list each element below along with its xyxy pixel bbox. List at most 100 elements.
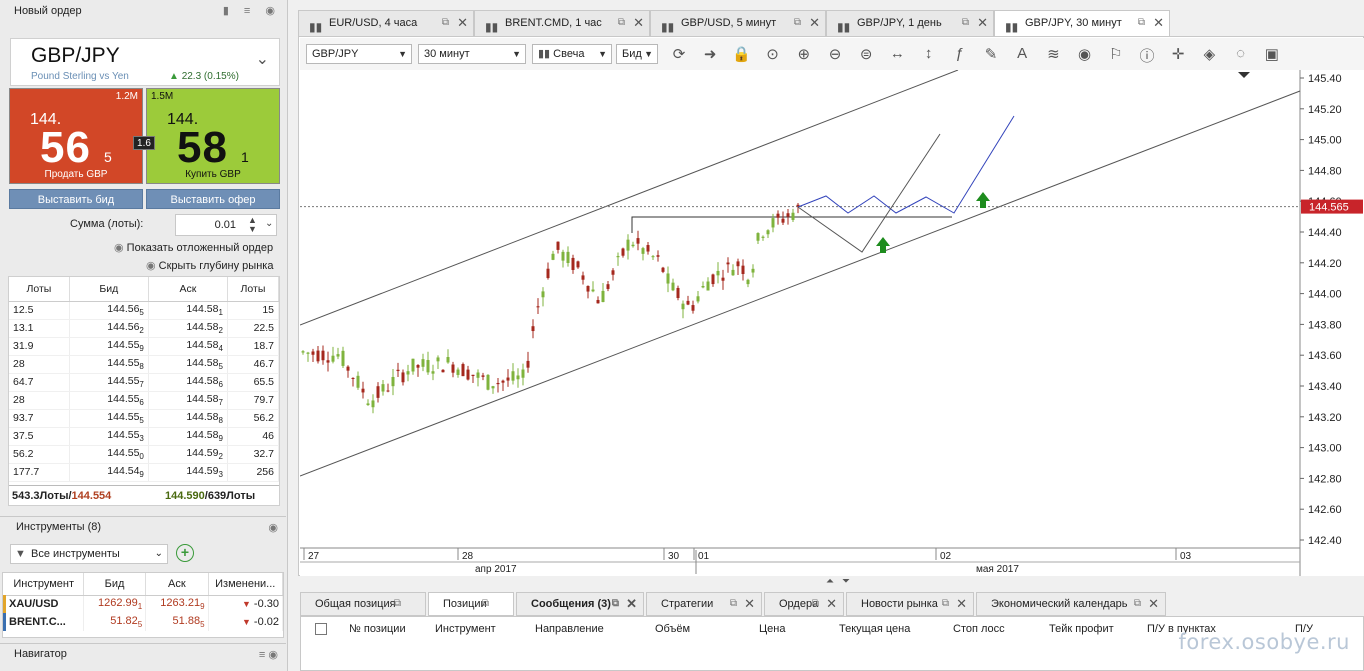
popout-icon[interactable]: ⧉: [962, 11, 969, 35]
navigator-icons[interactable]: ≡ ◉: [259, 648, 278, 661]
popout-icon[interactable]: ⧉: [942, 593, 949, 615]
bottom-tab[interactable]: Сообщения (3) ⧉ ✕: [516, 592, 644, 616]
zoom-out-icon[interactable]: ⊖: [824, 45, 846, 65]
chart-tab[interactable]: ▮▮ EUR/USD, 4 часа ⧉ ✕: [298, 10, 474, 36]
close-icon[interactable]: ✕: [1148, 593, 1159, 615]
price-label: 145.40: [1308, 73, 1342, 85]
zoom-in-icon[interactable]: ⊕: [793, 45, 815, 65]
depth-row[interactable]: 177.7 144.549 144.593 256: [9, 463, 280, 482]
price-side-select[interactable]: Бид ▼: [616, 44, 658, 64]
popout-icon[interactable]: ⧉: [1138, 11, 1145, 35]
candlestick-chart[interactable]: 145.40145.20145.00144.80144.60144.40144.…: [300, 70, 1364, 576]
chart-tab[interactable]: ▮▮ GBP/JPY, 30 минут ⧉ ✕: [994, 10, 1170, 37]
candle-body: [456, 369, 460, 375]
pencil-icon[interactable]: ✎: [980, 45, 1002, 65]
chart-tab[interactable]: ▮▮ GBP/USD, 5 минут ⧉ ✕: [650, 10, 826, 36]
vertical-resize-icon[interactable]: ↕: [918, 45, 940, 65]
chart-type-select[interactable]: ▮▮ Свеча ▼: [532, 44, 612, 64]
lock-icon[interactable]: 🔒: [730, 45, 752, 65]
amount-stepper[interactable]: ▲ ▼: [248, 216, 257, 234]
zoom-reset-icon[interactable]: ⊜: [855, 45, 877, 65]
close-icon[interactable]: ✕: [1153, 11, 1164, 35]
eye-icon[interactable]: ◉: [268, 521, 278, 534]
buy-volume: 1.5M: [151, 91, 174, 102]
crosshair-icon[interactable]: ✛: [1167, 45, 1189, 65]
bottom-tab[interactable]: Новости рынка ⧉ ✕: [846, 592, 974, 616]
depth-row[interactable]: 64.7 144.557 144.586 65.5: [9, 373, 280, 392]
bottom-tab[interactable]: Стратегии ⧉ ✕: [646, 592, 762, 616]
instrument-filter-select[interactable]: ▼ Все инструменты ⌄: [10, 544, 168, 564]
popout-icon[interactable]: ⧉: [394, 593, 401, 615]
close-icon[interactable]: ✕: [457, 11, 468, 35]
hide-depth-link[interactable]: ◉ Скрыть глубину рынка: [146, 259, 273, 272]
chart-tab[interactable]: ▮▮ BRENT.CMD, 1 час ⧉ ✕: [474, 10, 650, 36]
cycle-icon[interactable]: ◌: [1230, 45, 1252, 65]
popout-icon[interactable]: ⧉: [442, 11, 449, 35]
function-icon[interactable]: ƒ: [949, 45, 971, 65]
depth-row[interactable]: 28 144.558 144.585 46.7: [9, 355, 280, 374]
close-icon[interactable]: ✕: [744, 593, 755, 615]
show-pending-order-link[interactable]: ◉ Показать отложенный ордер: [114, 241, 273, 254]
chart-tab[interactable]: ▮▮ GBP/JPY, 1 день ⧉ ✕: [826, 10, 994, 36]
ask-lots: 15: [227, 301, 280, 320]
eye-icon[interactable]: ◉: [1074, 45, 1096, 65]
instrument-row[interactable]: BRENT.C... 51.825 51.885 ▼ -0.02: [3, 613, 283, 631]
eye-off-icon: ◉: [146, 260, 156, 272]
paint-icon[interactable]: ◈: [1198, 45, 1220, 65]
candle-body: [701, 286, 705, 288]
bottom-tab[interactable]: Экономический календарь ⧉ ✕: [976, 592, 1166, 616]
popout-icon[interactable]: ⧉: [812, 593, 819, 615]
price-label: 142.40: [1308, 535, 1342, 547]
close-icon[interactable]: ✕: [809, 11, 820, 35]
select-all-checkbox[interactable]: [315, 623, 327, 635]
popout-icon[interactable]: ⧉: [482, 593, 489, 615]
period-select[interactable]: 30 минут ▼: [418, 44, 526, 64]
candle-body: [741, 265, 745, 275]
amount-input[interactable]: 0.01: [175, 214, 277, 236]
popout-icon[interactable]: ⧉: [794, 11, 801, 35]
candle-body: [596, 299, 600, 304]
depth-row[interactable]: 31.9 144.559 144.584 18.7: [9, 337, 280, 356]
popout-icon[interactable]: ⧉: [618, 11, 625, 35]
buy-button[interactable]: 1.5M 144. 58 1 Купить GBP: [146, 88, 280, 184]
chevron-down-icon[interactable]: ⌄: [265, 218, 273, 229]
bottom-tab[interactable]: Позиции ⧉: [428, 592, 514, 616]
popout-icon[interactable]: ⧉: [1134, 593, 1141, 615]
chevron-down-icon[interactable]: ⌄: [256, 49, 269, 69]
place-offer-button[interactable]: Выставить офер: [146, 189, 280, 209]
panel-header-icons[interactable]: ▮ ≡ ◉: [223, 4, 281, 17]
bottom-tab[interactable]: Общая позиция ⧉: [300, 592, 426, 616]
save-icon[interactable]: ▣: [1261, 45, 1283, 65]
panel-resize-arrows[interactable]: ⏶⏷: [826, 576, 858, 587]
zoom-auto-icon[interactable]: ⊙: [762, 45, 784, 65]
layers-icon[interactable]: ≋: [1042, 45, 1064, 65]
depth-row[interactable]: 28 144.556 144.587 79.7: [9, 391, 280, 410]
close-icon[interactable]: ✕: [626, 593, 637, 615]
instrument-row[interactable]: XAU/USD 1262.991 1263.219 ▼ -0.30: [3, 595, 283, 613]
arrow-right-icon[interactable]: ➜: [699, 45, 721, 65]
info-icon[interactable]: ⓘ: [1136, 45, 1158, 65]
depth-row[interactable]: 13.1 144.562 144.582 22.5: [9, 319, 280, 338]
close-icon[interactable]: ✕: [977, 11, 988, 35]
depth-row[interactable]: 37.5 144.553 144.589 46: [9, 427, 280, 446]
depth-row[interactable]: 56.2 144.550 144.592 32.7: [9, 445, 280, 464]
candle-body: [526, 360, 530, 368]
place-bid-button[interactable]: Выставить бид: [9, 189, 143, 209]
instrument-select-value: GBP/JPY: [312, 48, 359, 60]
depth-row[interactable]: 12.5 144.565 144.581 15: [9, 301, 280, 320]
add-instrument-button[interactable]: +: [176, 544, 194, 562]
alert-icon[interactable]: ⚐: [1105, 45, 1127, 65]
popout-icon[interactable]: ⧉: [730, 593, 737, 615]
refresh-icon[interactable]: ⟳: [668, 45, 690, 65]
popout-icon[interactable]: ⧉: [612, 593, 619, 615]
sell-button[interactable]: 1.2M 144. 56 5 Продать GBP: [9, 88, 143, 184]
bottom-tab[interactable]: Ордера ⧉ ✕: [764, 592, 844, 616]
depth-row[interactable]: 93.7 144.555 144.588 56.2: [9, 409, 280, 428]
horizontal-resize-icon[interactable]: ↔: [886, 45, 908, 65]
instrument-selector[interactable]: GBP/JPY Pound Sterling vs Yen ▲ 22.3 (0.…: [10, 38, 280, 86]
close-icon[interactable]: ✕: [956, 593, 967, 615]
close-icon[interactable]: ✕: [633, 11, 644, 35]
text-icon[interactable]: A: [1011, 45, 1033, 65]
close-icon[interactable]: ✕: [826, 593, 837, 615]
instrument-select[interactable]: GBP/JPY ▼: [306, 44, 412, 64]
